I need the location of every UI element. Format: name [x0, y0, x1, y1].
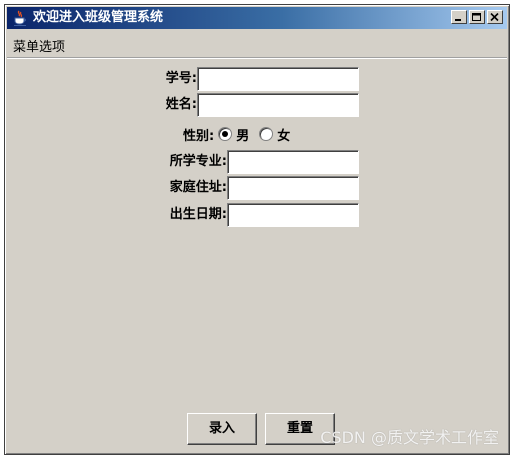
major-input[interactable]: [227, 150, 359, 174]
watermark-text: CSDN @质文学术工作室: [320, 428, 499, 447]
student-id-input[interactable]: [197, 67, 359, 91]
window-controls: [451, 10, 503, 24]
gender-male-label: 男: [236, 128, 250, 144]
birthdate-input[interactable]: [227, 203, 359, 227]
gender-male-option[interactable]: 男: [214, 125, 249, 144]
maximize-button[interactable]: [469, 10, 485, 24]
birthdate-label: 出生日期:: [169, 207, 227, 222]
gender-row: 性别: 男 女: [183, 122, 296, 146]
submit-button[interactable]: 录入: [187, 413, 257, 445]
student-id-label: 学号:: [165, 71, 197, 86]
menu-bar: 菜单选项: [7, 31, 507, 58]
gender-female-radio[interactable]: [259, 127, 274, 141]
gender-female-label: 女: [277, 128, 291, 144]
gender-label: 性别:: [183, 128, 215, 144]
close-icon: [490, 13, 499, 22]
name-label: 姓名:: [165, 97, 197, 112]
major-label: 所学专业:: [169, 154, 227, 169]
close-button[interactable]: [487, 10, 503, 24]
java-cup-icon: [14, 10, 26, 26]
title-bar[interactable]: 欢迎进入班级管理系统: [7, 7, 507, 29]
main-window: 欢迎进入班级管理系统 菜单选项 学号: 姓名: 性别: 男 女 所学专业: 家庭…: [4, 4, 510, 455]
minimize-icon: [455, 19, 461, 21]
gender-male-radio[interactable]: [218, 127, 233, 141]
minimize-button[interactable]: [451, 10, 467, 24]
maximize-icon: [472, 13, 481, 21]
window-title: 欢迎进入班级管理系统: [33, 10, 164, 25]
name-input[interactable]: [197, 93, 359, 117]
address-label: 家庭住址:: [169, 180, 227, 195]
menu-options[interactable]: 菜单选项: [11, 36, 67, 55]
address-input[interactable]: [227, 176, 359, 200]
gender-female-option[interactable]: 女: [255, 125, 290, 144]
